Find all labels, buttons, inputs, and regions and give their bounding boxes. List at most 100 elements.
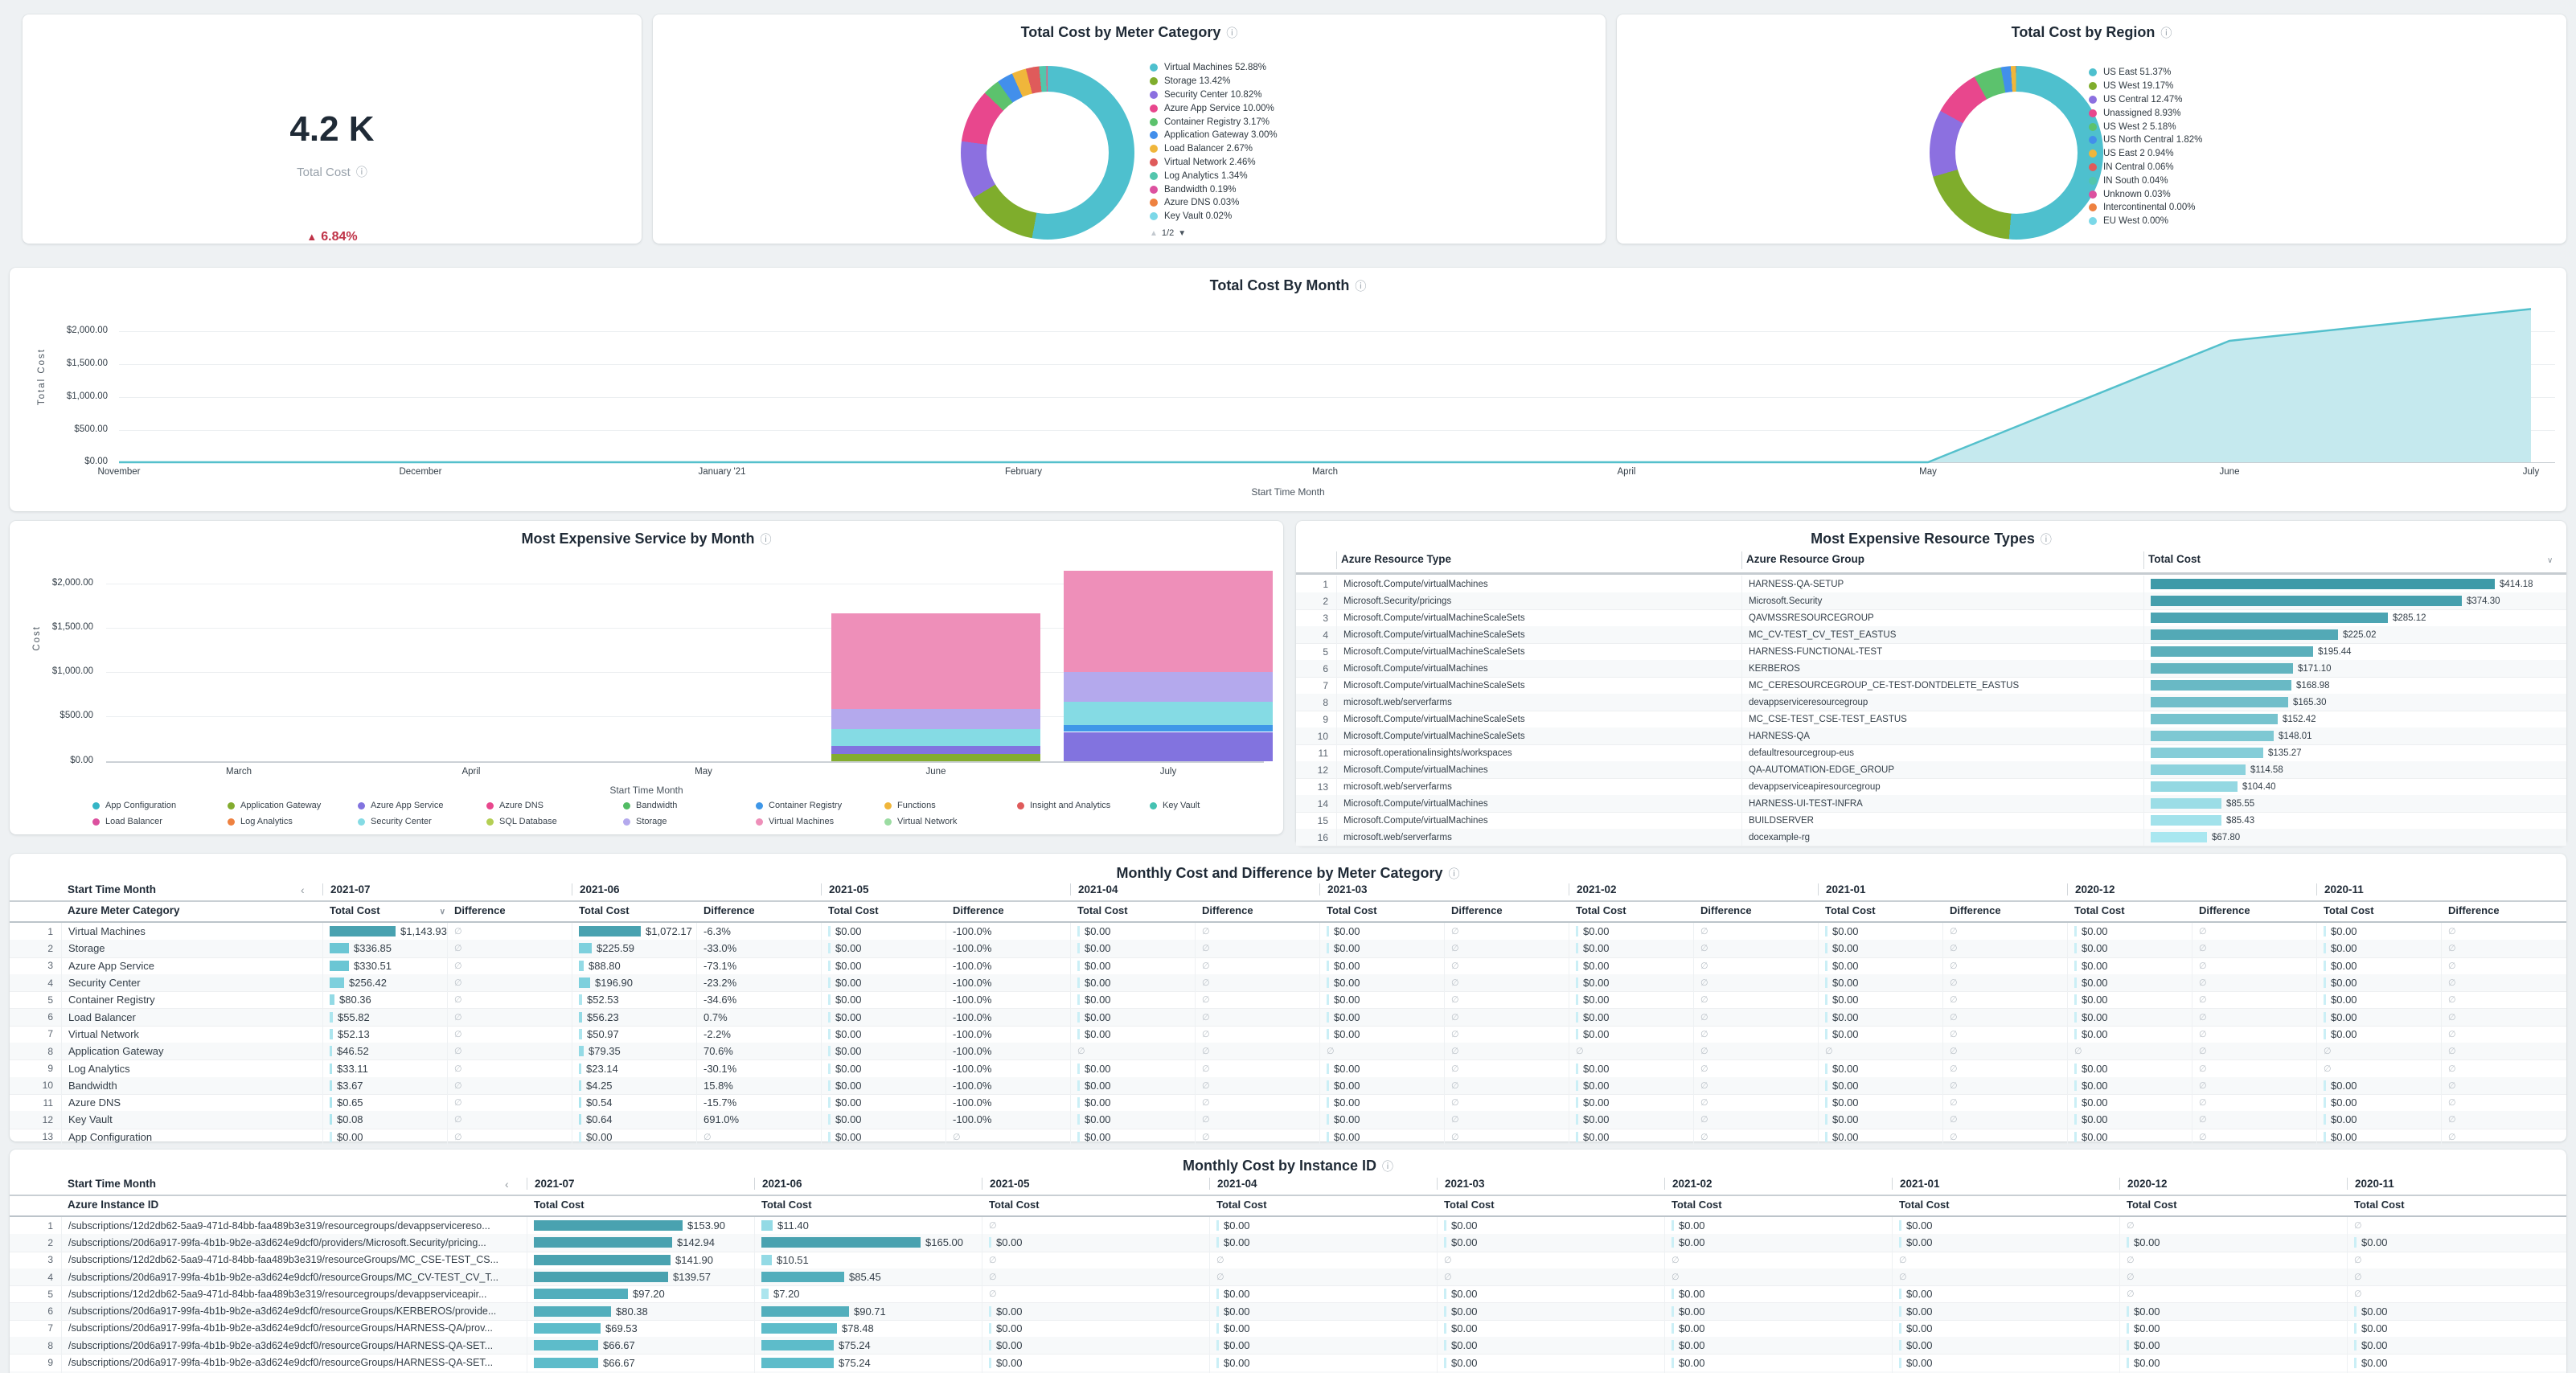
legend-item[interactable]: Bandwidth 0.19% xyxy=(1150,182,1278,196)
diff-cell[interactable]: -100.0% xyxy=(945,940,1070,957)
diff-cell[interactable]: ∅ xyxy=(2192,1043,2316,1059)
cost-cell[interactable]: $0.00 xyxy=(1569,974,1693,991)
cost-cell[interactable]: $0.00 xyxy=(982,1303,1209,1320)
cost-value[interactable]: $285.12 xyxy=(2393,613,2426,623)
legend-item[interactable]: Azure DNS 0.03% xyxy=(1150,196,1278,210)
cost-cell[interactable]: $0.00 xyxy=(1070,940,1195,957)
resource-group[interactable]: MC_CV-TEST_CV_TEST_EASTUS xyxy=(1749,630,1896,640)
cost-cell[interactable]: $1,143.93 xyxy=(322,923,447,940)
cost-cell[interactable]: ∅ xyxy=(1070,1043,1195,1059)
table-row[interactable]: 11 microsoft.operationalinsights/workspa… xyxy=(1296,744,2566,762)
diff-cell[interactable]: ∅ xyxy=(447,923,572,940)
column-header[interactable]: Total Cost xyxy=(828,904,879,916)
diff-cell[interactable]: 70.6% xyxy=(696,1043,821,1059)
cost-cell[interactable]: $0.00 xyxy=(1319,957,1444,974)
resource-type[interactable]: Microsoft.Security/pricings xyxy=(1343,596,1451,606)
column-header[interactable]: Difference xyxy=(1950,904,2001,916)
cost-cell[interactable]: $0.00 xyxy=(1892,1303,2119,1320)
cost-value[interactable]: $171.10 xyxy=(2298,664,2332,674)
diff-cell[interactable]: ∅ xyxy=(1942,1026,2067,1043)
column-header[interactable]: Total Cost xyxy=(1216,1199,1267,1211)
cost-cell[interactable]: $0.00 xyxy=(1209,1354,1437,1371)
diff-cell[interactable]: ∅ xyxy=(1444,974,1569,991)
cost-cell[interactable]: $0.00 xyxy=(1070,1009,1195,1026)
diff-cell[interactable]: ∅ xyxy=(1444,1009,1569,1026)
cost-cell[interactable]: $0.00 xyxy=(1664,1285,1892,1302)
cost-cell[interactable]: $0.00 xyxy=(1664,1337,1892,1354)
legend-item[interactable]: Log Analytics 1.34% xyxy=(1150,169,1278,182)
cost-cell[interactable]: $0.00 xyxy=(1437,1320,1664,1337)
diff-cell[interactable]: ∅ xyxy=(2192,1059,2316,1076)
cost-cell[interactable]: $52.53 xyxy=(572,991,696,1008)
diff-cell[interactable]: ∅ xyxy=(1942,974,2067,991)
cost-cell[interactable]: ∅ xyxy=(2119,1217,2347,1234)
cost-cell[interactable]: ∅ xyxy=(982,1252,1209,1268)
cost-cell[interactable]: ∅ xyxy=(2067,1043,2192,1059)
legend-item[interactable]: Load Balancer 2.67% xyxy=(1150,142,1278,156)
cost-cell[interactable]: $0.00 xyxy=(2067,1009,2192,1026)
table-row[interactable]: 4 Microsoft.Compute/virtualMachineScaleS… xyxy=(1296,626,2566,644)
cost-cell[interactable]: $256.42 xyxy=(322,974,447,991)
diff-cell[interactable]: ∅ xyxy=(2441,991,2566,1008)
bar-segment[interactable] xyxy=(831,709,1040,729)
cost-cell[interactable]: ∅ xyxy=(1569,1043,1693,1059)
cost-cell[interactable]: $0.00 xyxy=(1818,957,1942,974)
table-row[interactable]: 1 /subscriptions/12d2db62-5aa9-471d-84bb… xyxy=(10,1217,2566,1235)
diff-cell[interactable]: ∅ xyxy=(1195,923,1319,940)
cost-cell[interactable]: $10.51 xyxy=(754,1252,982,1268)
cost-cell[interactable]: $33.11 xyxy=(322,1059,447,1076)
diff-cell[interactable]: ∅ xyxy=(447,1009,572,1026)
diff-cell[interactable]: ∅ xyxy=(447,1111,572,1128)
diff-cell[interactable]: ∅ xyxy=(447,1077,572,1094)
meter-category[interactable]: Log Analytics xyxy=(68,1063,130,1075)
collapse-chevron-icon[interactable]: ‹ xyxy=(301,883,305,896)
cost-cell[interactable]: ∅ xyxy=(1437,1252,1664,1268)
resource-group[interactable]: Microsoft.Security xyxy=(1749,596,1822,606)
cost-cell[interactable]: ∅ xyxy=(1892,1252,2119,1268)
diff-cell[interactable]: ∅ xyxy=(2192,1111,2316,1128)
resource-type[interactable]: Microsoft.Compute/virtualMachines xyxy=(1343,664,1488,674)
cost-cell[interactable]: $0.00 xyxy=(1319,940,1444,957)
cost-cell[interactable]: $90.71 xyxy=(754,1303,982,1320)
cost-cell[interactable]: $0.00 xyxy=(1319,1026,1444,1043)
cost-cell[interactable]: $0.00 xyxy=(1319,991,1444,1008)
bar-segment[interactable] xyxy=(1064,571,1273,672)
diff-cell[interactable]: ∅ xyxy=(1444,1129,1569,1146)
cost-cell[interactable]: $46.52 xyxy=(322,1043,447,1059)
diff-cell[interactable]: ∅ xyxy=(1693,1111,1818,1128)
cost-cell[interactable]: $0.00 xyxy=(1437,1354,1664,1371)
cost-cell[interactable]: $0.54 xyxy=(572,1094,696,1111)
instance-id[interactable]: /subscriptions/20d6a917-99fa-4b1b-9b2e-a… xyxy=(68,1272,498,1283)
column-header[interactable]: Total Cost xyxy=(2148,553,2201,565)
cost-cell[interactable]: $0.00 xyxy=(322,1129,447,1146)
diff-cell[interactable]: ∅ xyxy=(1195,1043,1319,1059)
cost-cell[interactable]: $0.00 xyxy=(982,1354,1209,1371)
diff-cell[interactable]: ∅ xyxy=(1942,957,2067,974)
table-row[interactable]: 7 Microsoft.Compute/virtualMachineScaleS… xyxy=(1296,677,2566,695)
meter-category[interactable]: Virtual Machines xyxy=(68,925,146,937)
cost-cell[interactable]: $0.00 xyxy=(821,940,945,957)
cost-value[interactable]: $414.18 xyxy=(2500,580,2533,589)
column-header[interactable]: Total Cost xyxy=(2324,904,2374,916)
meter-category[interactable]: Storage xyxy=(68,942,105,954)
legend-item[interactable]: Security Center xyxy=(358,817,432,826)
diff-cell[interactable]: ∅ xyxy=(1693,991,1818,1008)
legend-item[interactable]: Virtual Network xyxy=(884,817,957,826)
diff-cell[interactable]: ∅ xyxy=(1942,1043,2067,1059)
legend-item[interactable]: Insight and Analytics xyxy=(1017,801,1110,810)
cost-cell[interactable]: $0.00 xyxy=(1818,991,1942,1008)
cost-cell[interactable]: ∅ xyxy=(2119,1252,2347,1268)
resource-group[interactable]: BUILDSERVER xyxy=(1749,816,1814,826)
cost-cell[interactable]: $0.00 xyxy=(1437,1303,1664,1320)
instance-id[interactable]: /subscriptions/12d2db62-5aa9-471d-84bb-f… xyxy=(68,1220,490,1232)
legend-item[interactable]: Log Analytics xyxy=(228,817,293,826)
cost-value[interactable]: $152.42 xyxy=(2283,715,2316,724)
cost-cell[interactable]: $0.00 xyxy=(2119,1337,2347,1354)
table-row[interactable]: 3 Azure App Service$330.51∅$88.80-73.1%$… xyxy=(10,957,2566,975)
diff-cell[interactable]: -100.0% xyxy=(945,1111,1070,1128)
cost-cell[interactable]: $0.00 xyxy=(982,1320,1209,1337)
column-header[interactable]: Difference xyxy=(1700,904,1752,916)
cost-cell[interactable]: $0.00 xyxy=(2316,991,2441,1008)
row-dimension-header[interactable]: Azure Meter Category xyxy=(68,904,180,916)
cost-cell[interactable]: $0.00 xyxy=(982,1234,1209,1251)
